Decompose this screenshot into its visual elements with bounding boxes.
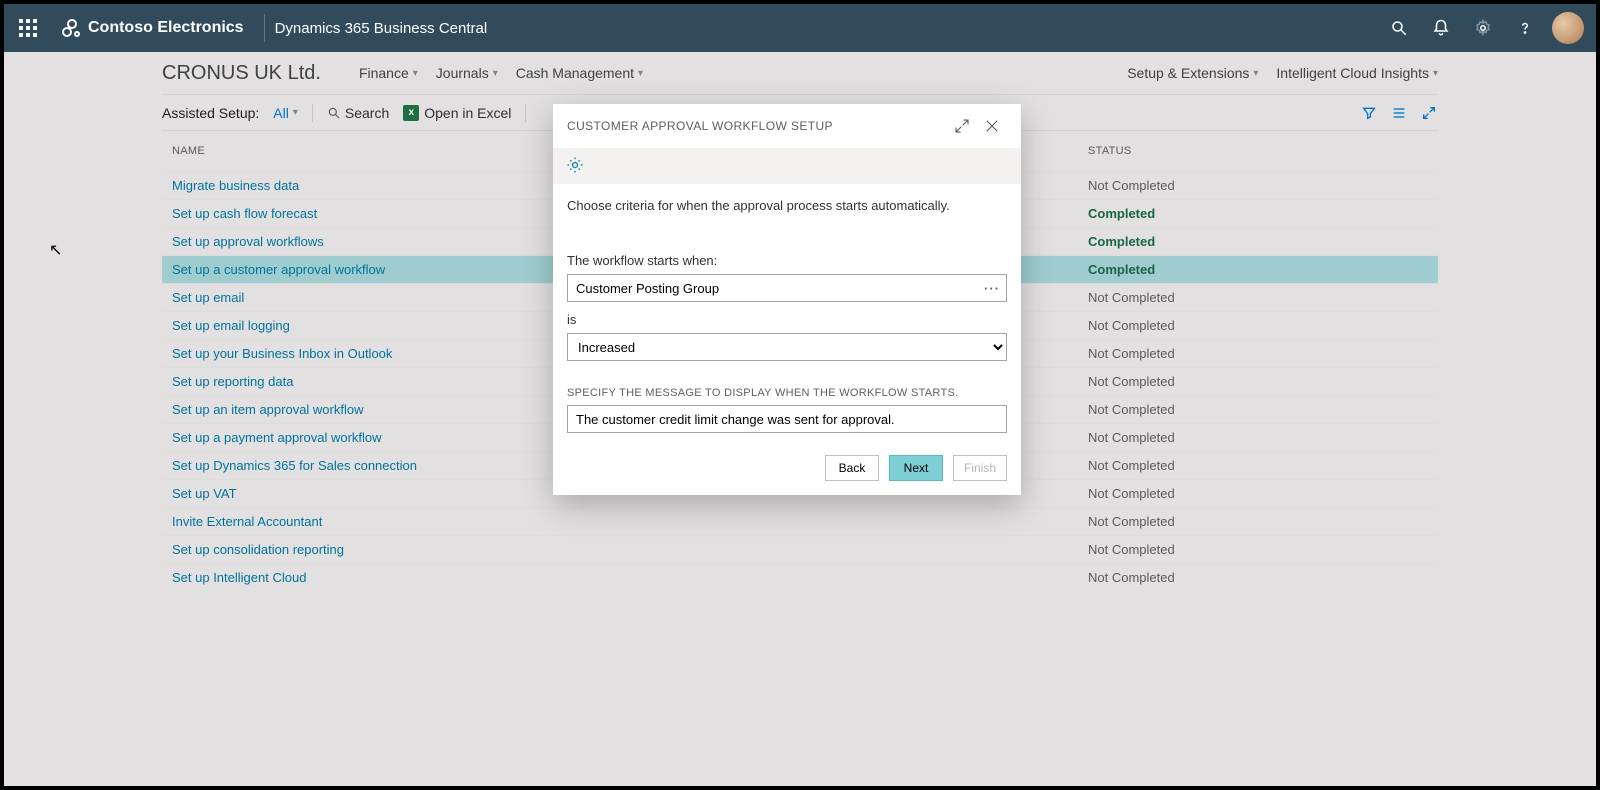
modal-expand-icon[interactable] — [947, 111, 977, 141]
starts-when-label: The workflow starts when: — [567, 253, 1007, 268]
excel-icon: x — [403, 105, 419, 121]
row-status: Completed — [1088, 206, 1438, 221]
nav-setup-extensions[interactable]: Setup & Extensions▾ — [1127, 65, 1258, 81]
row-name[interactable]: Invite External Accountant — [162, 514, 1088, 529]
nav-row: CRONUS UK Ltd. Finance▾ Journals▾ Cash M… — [162, 52, 1438, 94]
company-name[interactable]: CRONUS UK Ltd. — [162, 62, 321, 85]
divider — [264, 14, 265, 42]
list-view-icon[interactable] — [1390, 104, 1408, 122]
brand-name: Contoso Electronics — [88, 19, 244, 37]
modal-title: CUSTOMER APPROVAL WORKFLOW SETUP — [567, 119, 947, 133]
row-status: Not Completed — [1088, 346, 1438, 361]
modal-intro: Choose criteria for when the approval pr… — [567, 198, 1007, 213]
row-status: Not Completed — [1088, 402, 1438, 417]
gear-icon — [565, 155, 585, 178]
suite-bar: Contoso Electronics Dynamics 365 Busines… — [4, 4, 1596, 52]
app-launcher-icon[interactable] — [4, 4, 52, 52]
back-button[interactable]: Back — [825, 455, 879, 481]
filter-all[interactable]: All▾ — [273, 105, 298, 121]
row-status: Not Completed — [1088, 178, 1438, 193]
row-status: Not Completed — [1088, 374, 1438, 389]
expand-icon[interactable] — [1420, 104, 1438, 122]
toolbar-label: Assisted Setup: — [162, 105, 259, 121]
settings-icon[interactable] — [1462, 4, 1504, 52]
help-icon[interactable] — [1504, 4, 1546, 52]
row-status: Not Completed — [1088, 514, 1438, 529]
table-row[interactable]: Set up Intelligent CloudNot Completed — [162, 563, 1438, 591]
mouse-cursor-icon: ↖ — [49, 240, 62, 260]
column-header-status[interactable]: STATUS — [1088, 145, 1438, 157]
close-icon[interactable] — [977, 111, 1007, 141]
next-button[interactable]: Next — [889, 455, 943, 481]
row-status: Not Completed — [1088, 486, 1438, 501]
filter-icon[interactable] — [1360, 104, 1378, 122]
search-icon[interactable] — [1378, 4, 1420, 52]
row-name[interactable]: Set up consolidation reporting — [162, 542, 1088, 557]
row-status: Completed — [1088, 262, 1438, 277]
customer-approval-workflow-modal: CUSTOMER APPROVAL WORKFLOW SETUP Choose … — [553, 104, 1021, 495]
lookup-ellipsis-icon[interactable]: ··· — [978, 281, 1006, 296]
trigger-field-lookup[interactable]: ··· — [567, 274, 1007, 302]
row-status: Not Completed — [1088, 542, 1438, 557]
table-row[interactable]: Set up consolidation reportingNot Comple… — [162, 535, 1438, 563]
nav-intelligent-cloud[interactable]: Intelligent Cloud Insights▾ — [1276, 65, 1438, 81]
message-caption: SPECIFY THE MESSAGE TO DISPLAY WHEN THE … — [567, 387, 1007, 399]
nav-cash-management[interactable]: Cash Management▾ — [516, 65, 643, 81]
table-row[interactable]: Invite External AccountantNot Completed — [162, 507, 1438, 535]
is-label: is — [567, 312, 1007, 327]
notifications-icon[interactable] — [1420, 4, 1462, 52]
open-in-excel-button[interactable]: x Open in Excel — [403, 105, 511, 121]
row-status: Completed — [1088, 234, 1438, 249]
trigger-field-input[interactable] — [568, 281, 978, 296]
row-status: Not Completed — [1088, 570, 1438, 585]
finish-button[interactable]: Finish — [953, 455, 1007, 481]
nav-journals[interactable]: Journals▾ — [436, 65, 498, 81]
nav-finance[interactable]: Finance▾ — [359, 65, 418, 81]
search-button[interactable]: Search — [327, 105, 389, 121]
condition-select[interactable]: Increased — [567, 333, 1007, 361]
message-input[interactable] — [567, 405, 1007, 433]
row-status: Not Completed — [1088, 458, 1438, 473]
row-status: Not Completed — [1088, 290, 1438, 305]
row-status: Not Completed — [1088, 318, 1438, 333]
brand: Contoso Electronics — [52, 4, 254, 52]
brand-logo-icon — [62, 19, 80, 37]
app-name[interactable]: Dynamics 365 Business Central — [275, 20, 488, 37]
row-status: Not Completed — [1088, 430, 1438, 445]
user-avatar[interactable] — [1552, 12, 1584, 44]
row-name[interactable]: Set up Intelligent Cloud — [162, 570, 1088, 585]
